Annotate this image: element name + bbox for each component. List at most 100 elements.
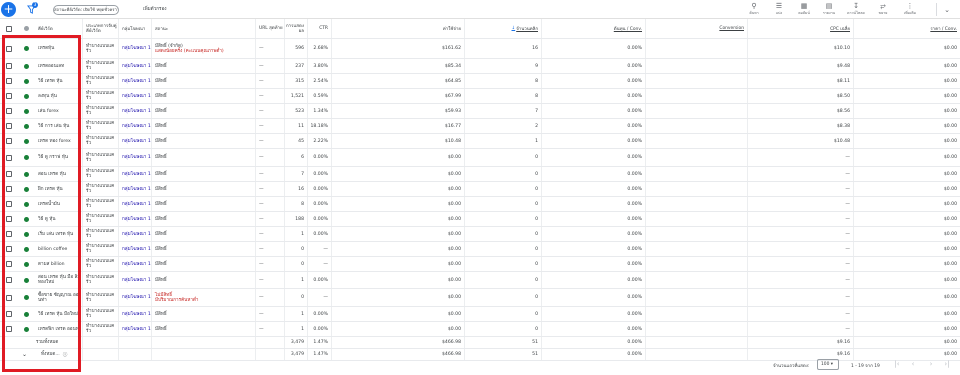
keyword-text[interactable]: วิธี การ เล่น หุ้น — [38, 124, 69, 129]
row-checkbox[interactable] — [5, 277, 12, 283]
segment-button[interactable]: ☰ แบ่ง — [766, 2, 792, 18]
keyword-text[interactable]: วิธี เทรด หุ้น — [38, 79, 63, 84]
keyword-text[interactable]: เทรดน้ำมัน — [38, 202, 60, 207]
keyword-text[interactable]: สอน เทรด หุ้น มือ ลิม ทองใหม่ — [38, 275, 82, 285]
select-all-checkbox[interactable] — [5, 25, 12, 32]
row-checkbox[interactable] — [5, 78, 12, 84]
row-checkbox[interactable] — [5, 261, 12, 267]
keyword-text[interactable]: เริ่ม เล่น เทรด หุ้น — [38, 232, 73, 237]
keyword-text[interactable]: billion coffee — [38, 247, 67, 252]
header-final-url[interactable]: URL สุดท้าย — [255, 19, 284, 38]
first-page-icon[interactable]: |‹ — [892, 359, 902, 370]
search-button[interactable]: ⚲ ค้นหา — [741, 2, 767, 18]
clicks-value: 0 — [535, 277, 538, 283]
ad-group-link[interactable]: กลุ่มโฆษณา 1 — [122, 312, 151, 317]
keyword-text[interactable]: เทรด ทอง forex — [38, 139, 71, 144]
ad-group-link[interactable]: กลุ่มโฆษณา 1 — [122, 327, 151, 332]
ad-group-link[interactable]: กลุ่มโฆษณา 1 — [122, 217, 151, 222]
header-match-type[interactable]: ประเภทการจับคู่คีย์เวิร์ด — [82, 19, 118, 38]
ad-group-link[interactable]: กลุ่มโฆษณา 1 — [122, 79, 151, 84]
keyword-text[interactable]: เล่น forex — [38, 109, 59, 114]
header-avg-cpc[interactable]: CPC เฉลี่ย — [747, 19, 853, 38]
ad-group-link[interactable]: กลุ่มโฆษณา 1 — [122, 94, 151, 99]
ad-group-link[interactable]: กลุ่มโฆษณา 1 — [122, 155, 151, 160]
next-page-icon[interactable]: › — [926, 359, 936, 370]
ad-group-link[interactable]: กลุ่มโฆษณา 1 — [122, 64, 151, 69]
collapse-toolbar-button[interactable]: ⌄ — [941, 4, 953, 16]
row-checkbox[interactable] — [5, 311, 12, 317]
header-status[interactable]: สถานะ — [151, 19, 255, 38]
keyword-text[interactable]: ซื้อขาย ซัญญาณ ออนท่า — [38, 293, 82, 303]
row-checkbox[interactable] — [5, 93, 12, 99]
ad-group-link[interactable]: กลุ่มโฆษณา 1 — [122, 295, 151, 300]
row-checkbox[interactable] — [5, 294, 12, 301]
row-checkbox[interactable] — [5, 201, 12, 207]
keyword-text[interactable]: วิธี เทรด หุ้น มือใหม่ — [38, 312, 78, 317]
prev-page-icon[interactable]: ‹ — [908, 359, 918, 370]
row-checkbox[interactable] — [5, 186, 12, 192]
add-button[interactable]: + — [1, 2, 16, 17]
header-conversions[interactable]: Conversion — [645, 19, 747, 38]
ad-group-link[interactable]: กลุ่มโฆษณา 1 — [122, 247, 151, 252]
row-checkbox[interactable] — [5, 216, 12, 222]
row-checkbox[interactable] — [5, 45, 12, 52]
header-ad-group[interactable]: กลุ่มโฆษณา — [118, 19, 151, 38]
keyword-text[interactable]: เทรดออนเลท — [38, 64, 64, 69]
row-checkbox[interactable] — [5, 63, 12, 69]
row-status-cell — [17, 182, 35, 196]
last-page-icon[interactable]: ›| — [942, 359, 952, 370]
ad-group-link[interactable]: กลุ่มโฆษณา 1 — [122, 202, 151, 207]
header-cost-per-conv[interactable]: ต้นทุน / Conv. — [541, 19, 645, 38]
keyword-text[interactable]: ลงทุน หุ้น — [38, 94, 57, 99]
row-checkbox[interactable] — [5, 326, 12, 332]
match-type-cell: ทำบางแบบแคร้ว — [82, 197, 118, 211]
keyword-text[interactable]: เทรดหุ้น — [38, 46, 54, 51]
row-checkbox[interactable] — [5, 231, 12, 237]
keyword-text[interactable]: วิธี ดู กราฟ หุ้น — [38, 155, 68, 160]
cost-value: $0.00 — [447, 171, 461, 177]
rows-per-page-select[interactable]: 100 ▾ — [817, 359, 839, 370]
row-checkbox[interactable] — [5, 123, 12, 129]
ad-group-link[interactable]: กลุ่มโฆษณา 1 — [122, 109, 151, 114]
keyword-text[interactable]: ฝึก เทรด หุ้น — [38, 187, 63, 192]
add-filter-link[interactable]: เพิ่มตัวกรอง — [143, 5, 166, 14]
status-cell: มีสิทธิ์ — [151, 272, 255, 288]
ad-group-link[interactable]: กลุ่มโฆษณา 1 — [122, 139, 151, 144]
ad-group-link[interactable]: กลุ่มโฆษณา 1 — [122, 172, 151, 177]
download-button[interactable]: ↧ ดาวน์โหลด — [843, 2, 869, 18]
row-checkbox[interactable] — [5, 154, 12, 161]
clicks-value: 0 — [535, 261, 538, 267]
row-checkbox[interactable] — [5, 138, 12, 144]
keyword-text[interactable]: เทรดฟิก เทรด ออนท่า — [38, 327, 81, 332]
status-filter-chip[interactable]: สถานะคีย์เวิร์ด: เปิดใช้ หยุดชั่วคราว — [53, 5, 119, 15]
ad-group-link[interactable]: กลุ่มโฆษณา 1 — [122, 46, 151, 51]
keyword-text[interactable]: สอน เทรด หุ้น — [38, 172, 66, 177]
header-clicks[interactable]: ↓ จำนวนคลิก — [464, 19, 541, 38]
keyword-text[interactable]: ตามส billion — [38, 262, 65, 267]
ad-group-link[interactable]: กลุ่มโฆษณา 1 — [122, 262, 151, 267]
keyword-text[interactable]: วิธี ดู หุ้น — [38, 217, 55, 222]
ad-group-link[interactable]: กลุ่มโฆษณา 1 — [122, 124, 151, 129]
price-per-conv-value: $0.00 — [943, 171, 957, 177]
ctr-value: — — [323, 295, 328, 300]
header-cost[interactable]: ค่าใช้จ่าย — [331, 19, 464, 38]
ad-group-link[interactable]: กลุ่มโฆษณา 1 — [122, 278, 151, 283]
header-impressions[interactable]: การแสดงผล — [284, 19, 307, 38]
ad-group-link[interactable]: กลุ่มโฆษณา 1 — [122, 187, 151, 192]
columns-button[interactable]: ▦ คอลัมน์ — [791, 2, 817, 18]
more-button[interactable]: ⋮ เพิ่มเติม — [897, 2, 923, 18]
row-checkbox[interactable] — [5, 246, 12, 252]
header-price-per-conv[interactable]: ราคา / Conv. — [853, 19, 960, 38]
cost-cell: $0.00 — [331, 289, 464, 306]
expand-button[interactable]: ⥂ ขยาย — [870, 2, 896, 18]
row-checkbox[interactable] — [5, 108, 12, 114]
row-checkbox[interactable] — [5, 171, 12, 177]
header-ctr[interactable]: CTR — [307, 19, 331, 38]
conversions-cell — [645, 39, 747, 58]
table-row: วิธี ดู กราฟ หุ้น ทำบางแบบแคร้ว กลุ่มโฆษณา… — [0, 149, 960, 167]
reports-button[interactable]: ▤ รายงาน — [816, 2, 842, 18]
final-url-cell: — — [255, 227, 284, 241]
ad-group-link[interactable]: กลุ่มโฆษณา 1 — [122, 232, 151, 237]
header-keyword[interactable]: คีย์เวิร์ด — [35, 19, 82, 38]
price-per-conv-cell: $0.00 — [853, 257, 960, 271]
